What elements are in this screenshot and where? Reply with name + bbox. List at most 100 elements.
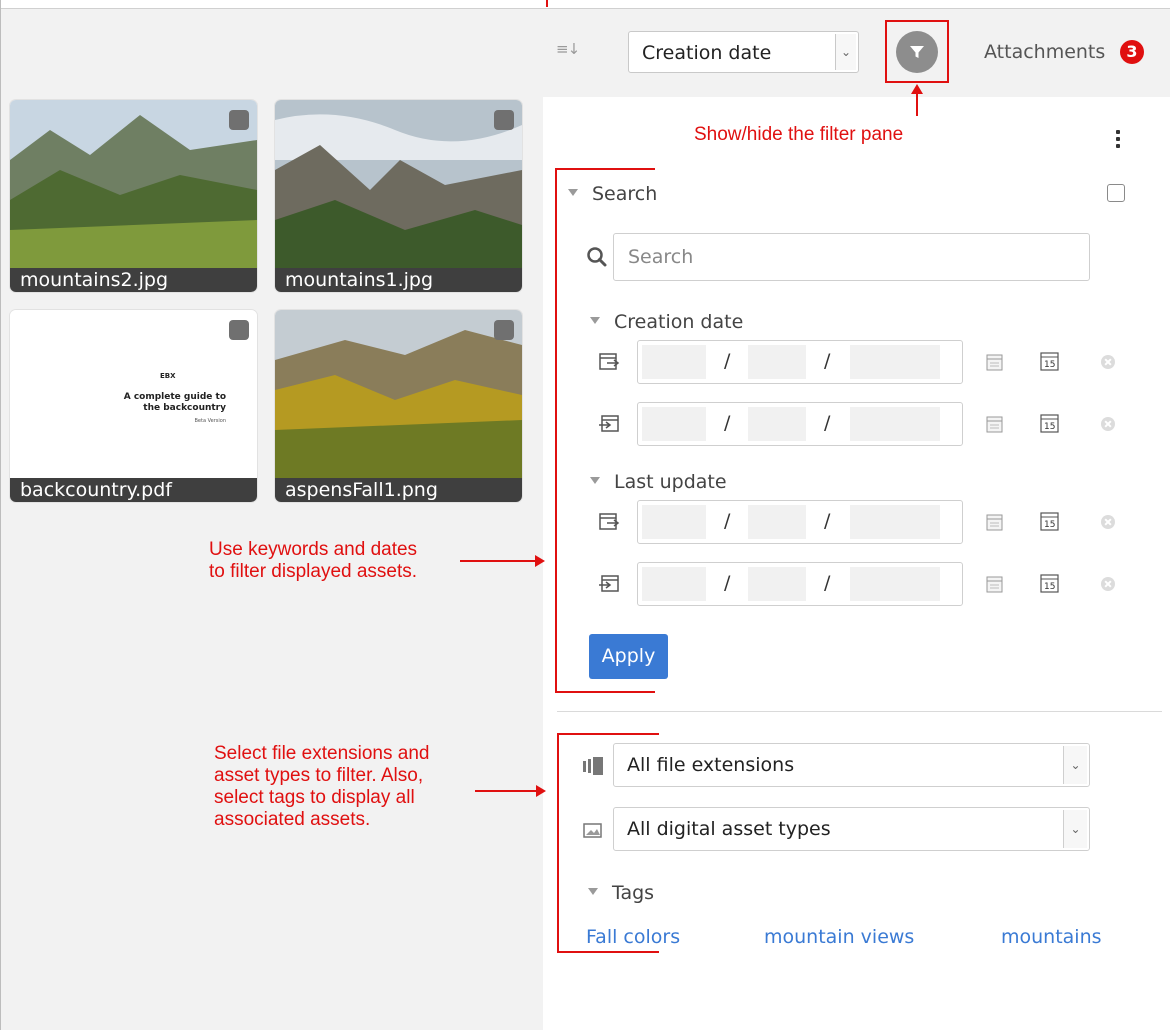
asset-card[interactable]: mountains1.jpg: [275, 100, 522, 292]
chevron-down-icon: ⌄: [1063, 746, 1087, 784]
clear-date-icon[interactable]: [1101, 417, 1115, 431]
asset-name: aspensFall1.png: [275, 478, 522, 502]
last-update-header[interactable]: Last update: [590, 471, 727, 493]
asset-card[interactable]: EBX A complete guide to the backcountry …: [10, 310, 257, 502]
search-input[interactable]: Search: [613, 233, 1090, 281]
more-options-icon[interactable]: [1116, 130, 1121, 150]
file-extensions-icon: [583, 757, 603, 775]
filter-toggle-button[interactable]: [896, 31, 938, 73]
asset-card[interactable]: mountains2.jpg: [10, 100, 257, 292]
asset-thumbnail: EBX A complete guide to the backcountry …: [10, 310, 257, 478]
annotation-arrow: [475, 790, 537, 792]
search-section-header[interactable]: Search: [568, 183, 657, 205]
annotation-line: to filter displayed assets.: [209, 561, 418, 582]
tags-title: Tags: [612, 882, 655, 904]
creation-date-title: Creation date: [614, 311, 744, 333]
attachments-label[interactable]: Attachments: [984, 41, 1105, 63]
last-update-title: Last update: [614, 471, 727, 493]
date-to-input[interactable]: / /: [637, 562, 963, 606]
tag-link[interactable]: mountain views: [764, 926, 914, 948]
clear-date-icon[interactable]: [1101, 355, 1115, 369]
calendar-to-icon: [599, 575, 619, 592]
annotation-arrow: [460, 560, 536, 562]
date-from-row: / / 15: [598, 500, 1118, 544]
asset-types-select[interactable]: All digital asset types ⌄: [613, 807, 1090, 851]
today-icon[interactable]: 15: [1039, 412, 1061, 434]
annotation-line: asset types to filter. Also,: [214, 765, 424, 786]
clear-date-icon[interactable]: [1101, 577, 1115, 591]
today-icon[interactable]: 15: [1039, 572, 1061, 594]
annotation-keywords-dates: Use keywords and dates to filter display…: [209, 539, 417, 583]
doc-title: A complete guide to the backcountry: [86, 392, 226, 414]
sort-by-value: Creation date: [642, 42, 772, 64]
asset-name: mountains1.jpg: [275, 268, 522, 292]
asset-select-checkbox[interactable]: [494, 320, 514, 340]
doc-brand: EBX: [160, 372, 176, 380]
date-picker-icon[interactable]: [985, 352, 1005, 372]
attachments-count-badge: 3: [1120, 40, 1144, 64]
filter-icon: [910, 46, 924, 58]
date-picker-icon[interactable]: [985, 414, 1005, 434]
date-from-row: / / 15: [598, 340, 1118, 384]
asset-types-value: All digital asset types: [627, 818, 831, 840]
asset-name: backcountry.pdf: [10, 478, 257, 502]
window-left-border: [0, 0, 1, 1030]
asset-thumbnail: [275, 310, 522, 478]
doc-subtitle: Beta Version: [194, 418, 226, 424]
asset-select-checkbox[interactable]: [229, 110, 249, 130]
annotation-line: associated assets.: [214, 809, 371, 830]
calendar-from-icon: [599, 513, 620, 530]
collapse-triangle-icon: [568, 189, 578, 196]
collapse-triangle-icon: [588, 888, 598, 895]
annotation-extensions: Select file extensions and asset types t…: [214, 743, 429, 831]
file-extensions-select[interactable]: All file extensions ⌄: [613, 743, 1090, 787]
apply-button[interactable]: Apply: [589, 634, 668, 679]
chevron-down-icon: ⌄: [835, 34, 856, 70]
search-icon: [587, 247, 607, 267]
annotation-arrow: [916, 90, 918, 116]
svg-text:15: 15: [1044, 360, 1055, 370]
date-picker-icon[interactable]: [985, 574, 1005, 594]
asset-thumbnail: [275, 100, 522, 268]
date-to-row: / / 15: [598, 402, 1118, 446]
search-placeholder: Search: [628, 246, 694, 268]
today-icon[interactable]: 15: [1039, 350, 1061, 372]
file-extensions-value: All file extensions: [627, 754, 795, 776]
calendar-to-icon: [599, 415, 619, 432]
date-picker-icon[interactable]: [985, 512, 1005, 532]
today-icon[interactable]: 15: [1039, 510, 1061, 532]
search-section-title: Search: [592, 183, 658, 205]
chevron-down-icon: ⌄: [1063, 810, 1087, 848]
annotation-arrow-head: [535, 555, 545, 567]
tags-header[interactable]: Tags: [588, 882, 654, 904]
annotation-line: Select file extensions and: [214, 743, 430, 764]
image-icon: [583, 823, 602, 838]
annotation-filter-pane: Show/hide the filter pane: [694, 124, 904, 145]
asset-card[interactable]: aspensFall1.png: [275, 310, 522, 502]
date-from-input[interactable]: / /: [637, 500, 963, 544]
tag-link[interactable]: Fall colors: [586, 926, 680, 948]
asset-select-checkbox[interactable]: [229, 320, 249, 340]
svg-text:15: 15: [1044, 422, 1055, 432]
search-section-checkbox[interactable]: [1107, 184, 1125, 202]
annotation-line: Use keywords and dates: [209, 539, 418, 560]
annotation-line: select tags to display all: [214, 787, 415, 808]
annotation-arrow-head: [536, 785, 546, 797]
creation-date-header[interactable]: Creation date: [590, 311, 743, 333]
asset-select-checkbox[interactable]: [494, 110, 514, 130]
annotation-tick: [546, 0, 548, 7]
sort-by-select[interactable]: Creation date ⌄: [628, 31, 859, 73]
date-to-input[interactable]: / /: [637, 402, 963, 446]
asset-thumbnail: [10, 100, 257, 268]
doc-title-line: the backcountry: [143, 403, 226, 413]
sort-descending-icon[interactable]: ≡↓: [556, 40, 580, 58]
collapse-triangle-icon: [590, 477, 600, 484]
date-from-input[interactable]: / /: [637, 340, 963, 384]
doc-title-line: A complete guide to: [123, 392, 226, 402]
tag-link[interactable]: mountains: [1001, 926, 1102, 948]
svg-text:15: 15: [1044, 582, 1055, 592]
clear-date-icon[interactable]: [1101, 515, 1115, 529]
asset-name: mountains2.jpg: [10, 268, 257, 292]
section-divider: [557, 711, 1162, 712]
collapse-triangle-icon: [590, 317, 600, 324]
